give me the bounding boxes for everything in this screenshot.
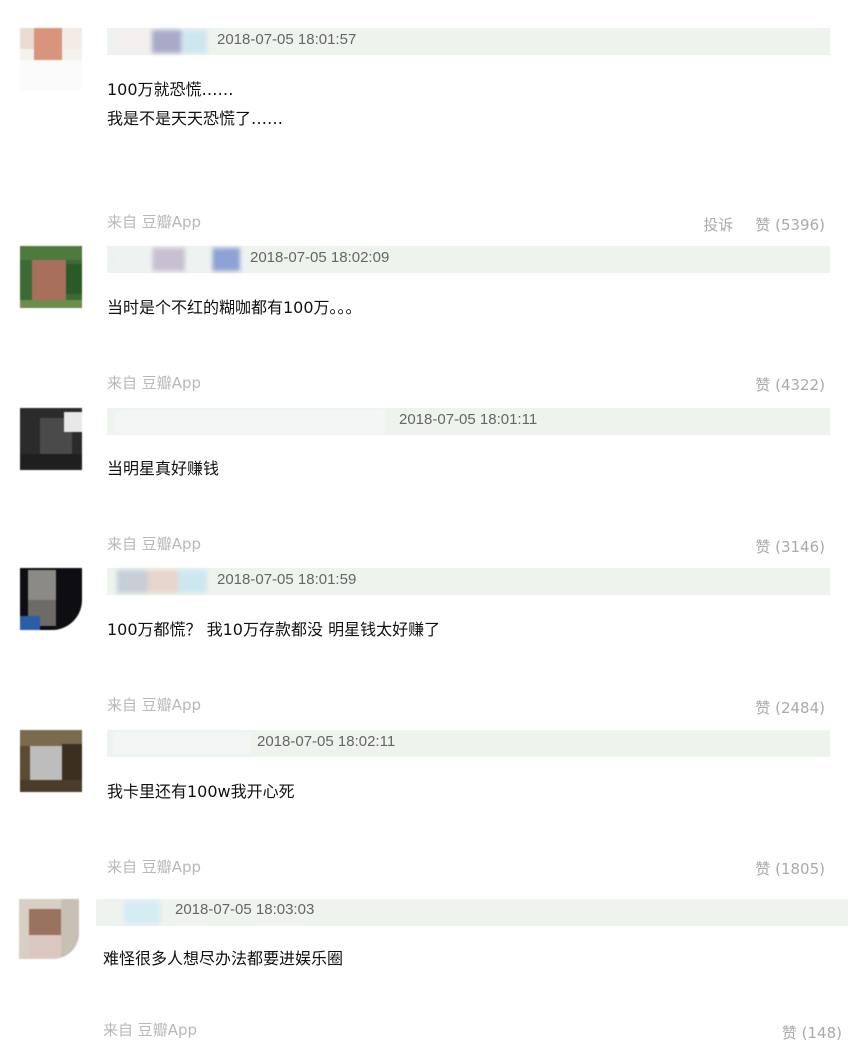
comment-text: 当明星真好赚钱 — [107, 454, 219, 483]
like-label: 赞 — [781, 1024, 797, 1042]
comment-timestamp: 2018-07-05 18:01:11 — [399, 411, 538, 428]
like-count: (3146) — [775, 538, 825, 556]
like-label: 赞 — [755, 860, 771, 878]
like-button[interactable]: 赞 (4322) — [755, 376, 825, 394]
comment-header: 2018-07-05 18:01:57 — [107, 28, 830, 55]
comment-actions: 赞 (1805) — [755, 858, 825, 879]
like-button[interactable]: 赞 (3146) — [755, 538, 825, 556]
avatar[interactable] — [20, 408, 82, 470]
blurred-username — [115, 30, 207, 53]
comment-source: 来自 豆瓣App — [107, 858, 202, 876]
avatar[interactable] — [19, 899, 79, 959]
like-count: (148) — [801, 1024, 842, 1042]
comment-timestamp: 2018-07-05 18:02:09 — [250, 249, 390, 266]
comment-source: 来自 豆瓣App — [103, 1021, 198, 1039]
like-count: (2484) — [775, 699, 825, 717]
blurred-username — [115, 410, 385, 433]
comment-actions: 投诉 赞 (5396) — [703, 214, 825, 235]
comment-line: 难怪很多人想尽办法都要进娱乐圈 — [103, 949, 344, 968]
blurred-username — [100, 901, 160, 924]
comment-line: 100万都慌？ 我10万存款都没 明星钱太好赚了 — [107, 620, 441, 639]
comment-source: 来自 豆瓣App — [107, 696, 202, 714]
like-button[interactable]: 赞 (5396) — [755, 216, 825, 234]
comment-header: 2018-07-05 18:01:59 — [107, 568, 830, 595]
like-label: 赞 — [755, 216, 771, 234]
like-button[interactable]: 赞 (1805) — [755, 860, 825, 878]
like-count: (4322) — [775, 376, 825, 394]
avatar[interactable] — [20, 28, 82, 90]
avatar[interactable] — [20, 246, 82, 308]
blurred-username — [117, 570, 207, 593]
comment-text: 难怪很多人想尽办法都要进娱乐圈 — [103, 944, 343, 973]
comment-actions: 赞 (3146) — [755, 536, 825, 557]
comment-actions: 赞 (2484) — [755, 697, 825, 718]
comment-header: 2018-07-05 18:01:11 — [107, 408, 830, 435]
comment-line: 100万就恐慌…… — [107, 80, 234, 99]
comment-text: 我卡里还有100w我开心死 — [107, 777, 295, 806]
like-button[interactable]: 赞 (2484) — [755, 699, 825, 717]
report-link[interactable]: 投诉 — [703, 216, 733, 234]
comment-line: 我是不是天天恐慌了…… — [107, 109, 284, 128]
comment-text: 100万都慌？ 我10万存款都没 明星钱太好赚了 — [107, 615, 440, 644]
like-count: (5396) — [775, 216, 825, 234]
comment-timestamp: 2018-07-05 18:01:59 — [217, 571, 357, 588]
blurred-username — [115, 248, 240, 271]
like-label: 赞 — [755, 376, 771, 394]
like-label: 赞 — [755, 538, 771, 556]
comment-actions: 赞 (148) — [782, 1022, 842, 1043]
blurred-username — [113, 732, 251, 755]
comment-line: 当明星真好赚钱 — [107, 459, 220, 478]
comment-text: 100万就恐慌…… 我是不是天天恐慌了…… — [107, 75, 283, 133]
avatar[interactable] — [20, 730, 82, 792]
avatar[interactable] — [20, 568, 82, 630]
comment-line: 我卡里还有100w我开心死 — [107, 782, 295, 801]
comment-header: 2018-07-05 18:03:03 — [96, 899, 848, 926]
comment-header: 2018-07-05 18:02:09 — [107, 246, 830, 273]
like-count: (1805) — [775, 860, 825, 878]
comment-timestamp: 2018-07-05 18:01:57 — [217, 31, 357, 48]
comment-source: 来自 豆瓣App — [107, 213, 202, 231]
comment-actions: 赞 (4322) — [755, 374, 825, 395]
comment-timestamp: 2018-07-05 18:02:11 — [257, 733, 396, 750]
like-label: 赞 — [755, 699, 771, 717]
comment-header: 2018-07-05 18:02:11 — [107, 730, 830, 757]
comment-text: 当时是个不红的糊咖都有100万。。。 — [107, 293, 362, 322]
comment-source: 来自 豆瓣App — [107, 535, 202, 553]
like-button[interactable]: 赞 (148) — [782, 1024, 842, 1042]
comment-timestamp: 2018-07-05 18:03:03 — [175, 901, 315, 918]
comment-line: 当时是个不红的糊咖都有100万。。。 — [107, 298, 362, 317]
comment-source: 来自 豆瓣App — [107, 374, 202, 392]
